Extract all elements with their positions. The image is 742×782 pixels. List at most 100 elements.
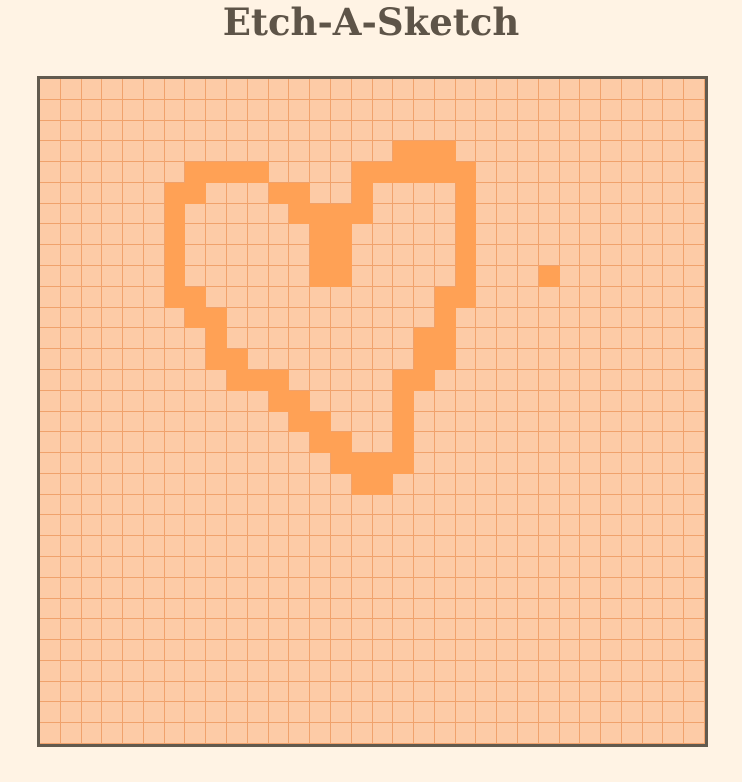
grid-cell[interactable] bbox=[434, 536, 456, 557]
grid-cell[interactable] bbox=[40, 660, 61, 682]
grid-cell[interactable] bbox=[538, 79, 560, 100]
grid-cell[interactable] bbox=[60, 328, 82, 350]
grid-cell[interactable] bbox=[559, 307, 581, 329]
grid-cell[interactable] bbox=[455, 432, 477, 454]
grid-cell[interactable] bbox=[601, 473, 622, 495]
grid-cell-filled[interactable] bbox=[351, 162, 373, 183]
grid-cell[interactable] bbox=[372, 307, 394, 329]
grid-cell[interactable] bbox=[81, 453, 103, 474]
grid-cell[interactable] bbox=[330, 536, 352, 557]
grid-cell[interactable] bbox=[393, 79, 415, 100]
grid-cell[interactable] bbox=[227, 328, 248, 350]
grid-cell[interactable] bbox=[289, 619, 311, 641]
grid-cell[interactable] bbox=[476, 515, 498, 537]
grid-cell[interactable] bbox=[123, 515, 144, 537]
grid-cell[interactable] bbox=[185, 369, 207, 391]
grid-cell[interactable] bbox=[60, 286, 82, 308]
grid-cell[interactable] bbox=[206, 702, 228, 724]
grid-cell[interactable] bbox=[60, 120, 82, 142]
grid-cell[interactable] bbox=[497, 79, 518, 100]
grid-cell[interactable] bbox=[289, 266, 311, 287]
grid-cell[interactable] bbox=[663, 141, 685, 163]
grid-cell[interactable] bbox=[185, 536, 207, 557]
grid-cell[interactable] bbox=[351, 224, 373, 246]
grid-cell[interactable] bbox=[684, 640, 705, 661]
grid-cell[interactable] bbox=[351, 369, 373, 391]
grid-cell-filled[interactable] bbox=[310, 245, 331, 267]
grid-cell-filled[interactable] bbox=[351, 473, 373, 495]
grid-cell[interactable] bbox=[247, 349, 269, 370]
grid-cell[interactable] bbox=[414, 245, 435, 267]
grid-cell[interactable] bbox=[497, 432, 518, 454]
grid-cell[interactable] bbox=[289, 556, 311, 578]
grid-cell[interactable] bbox=[455, 702, 477, 724]
grid-cell[interactable] bbox=[642, 245, 664, 267]
grid-cell[interactable] bbox=[642, 598, 664, 620]
grid-cell[interactable] bbox=[414, 286, 435, 308]
grid-cell[interactable] bbox=[185, 203, 207, 225]
grid-cell[interactable] bbox=[247, 598, 269, 620]
grid-cell[interactable] bbox=[538, 369, 560, 391]
grid-cell[interactable] bbox=[102, 640, 124, 661]
grid-cell[interactable] bbox=[81, 598, 103, 620]
grid-cell[interactable] bbox=[559, 598, 581, 620]
grid-cell[interactable] bbox=[330, 390, 352, 412]
grid-cell[interactable] bbox=[684, 536, 705, 557]
grid-cell[interactable] bbox=[227, 556, 248, 578]
grid-cell[interactable] bbox=[517, 432, 539, 454]
grid-cell[interactable] bbox=[372, 702, 394, 724]
grid-cell[interactable] bbox=[123, 203, 144, 225]
grid-cell[interactable] bbox=[289, 162, 311, 183]
grid-cell[interactable] bbox=[164, 681, 186, 703]
grid-cell[interactable] bbox=[455, 660, 477, 682]
grid-cell[interactable] bbox=[40, 99, 61, 121]
grid-cell[interactable] bbox=[517, 79, 539, 100]
grid-cell[interactable] bbox=[60, 515, 82, 537]
grid-cell[interactable] bbox=[102, 681, 124, 703]
grid-cell[interactable] bbox=[455, 640, 477, 661]
grid-cell[interactable] bbox=[206, 224, 228, 246]
grid-cell[interactable] bbox=[580, 369, 602, 391]
grid-cell[interactable] bbox=[227, 411, 248, 433]
grid-cell[interactable] bbox=[601, 681, 622, 703]
grid-cell[interactable] bbox=[559, 369, 581, 391]
grid-cell[interactable] bbox=[414, 432, 435, 454]
grid-cell[interactable] bbox=[455, 99, 477, 121]
grid-cell[interactable] bbox=[143, 266, 165, 287]
grid-cell[interactable] bbox=[268, 515, 290, 537]
grid-cell[interactable] bbox=[414, 577, 435, 599]
grid-cell-filled[interactable] bbox=[247, 369, 269, 391]
grid-cell-filled[interactable] bbox=[268, 182, 290, 204]
grid-cell[interactable] bbox=[247, 702, 269, 724]
grid-cell-filled[interactable] bbox=[330, 266, 352, 287]
grid-cell[interactable] bbox=[102, 723, 124, 744]
grid-cell[interactable] bbox=[497, 120, 518, 142]
grid-cell[interactable] bbox=[642, 660, 664, 682]
grid-cell[interactable] bbox=[123, 162, 144, 183]
grid-cell[interactable] bbox=[601, 411, 622, 433]
grid-cell[interactable] bbox=[310, 702, 331, 724]
grid-cell[interactable] bbox=[663, 619, 685, 641]
grid-cell[interactable] bbox=[601, 120, 622, 142]
grid-cell[interactable] bbox=[268, 120, 290, 142]
grid-cell[interactable] bbox=[476, 369, 498, 391]
grid-cell[interactable] bbox=[351, 702, 373, 724]
grid-cell[interactable] bbox=[372, 577, 394, 599]
grid-cell[interactable] bbox=[81, 536, 103, 557]
grid-cell[interactable] bbox=[143, 307, 165, 329]
grid-cell[interactable] bbox=[143, 328, 165, 350]
grid-cell[interactable] bbox=[663, 556, 685, 578]
grid-cell-filled[interactable] bbox=[455, 286, 477, 308]
grid-cell[interactable] bbox=[621, 453, 643, 474]
grid-cell[interactable] bbox=[143, 453, 165, 474]
grid-cell[interactable] bbox=[559, 349, 581, 370]
grid-cell[interactable] bbox=[559, 224, 581, 246]
grid-cell[interactable] bbox=[143, 619, 165, 641]
grid-cell[interactable] bbox=[372, 266, 394, 287]
grid-cell[interactable] bbox=[123, 681, 144, 703]
grid-cell[interactable] bbox=[40, 182, 61, 204]
grid-cell-filled[interactable] bbox=[185, 286, 207, 308]
grid-cell[interactable] bbox=[310, 494, 331, 516]
grid-cell[interactable] bbox=[517, 307, 539, 329]
grid-cell[interactable] bbox=[185, 640, 207, 661]
